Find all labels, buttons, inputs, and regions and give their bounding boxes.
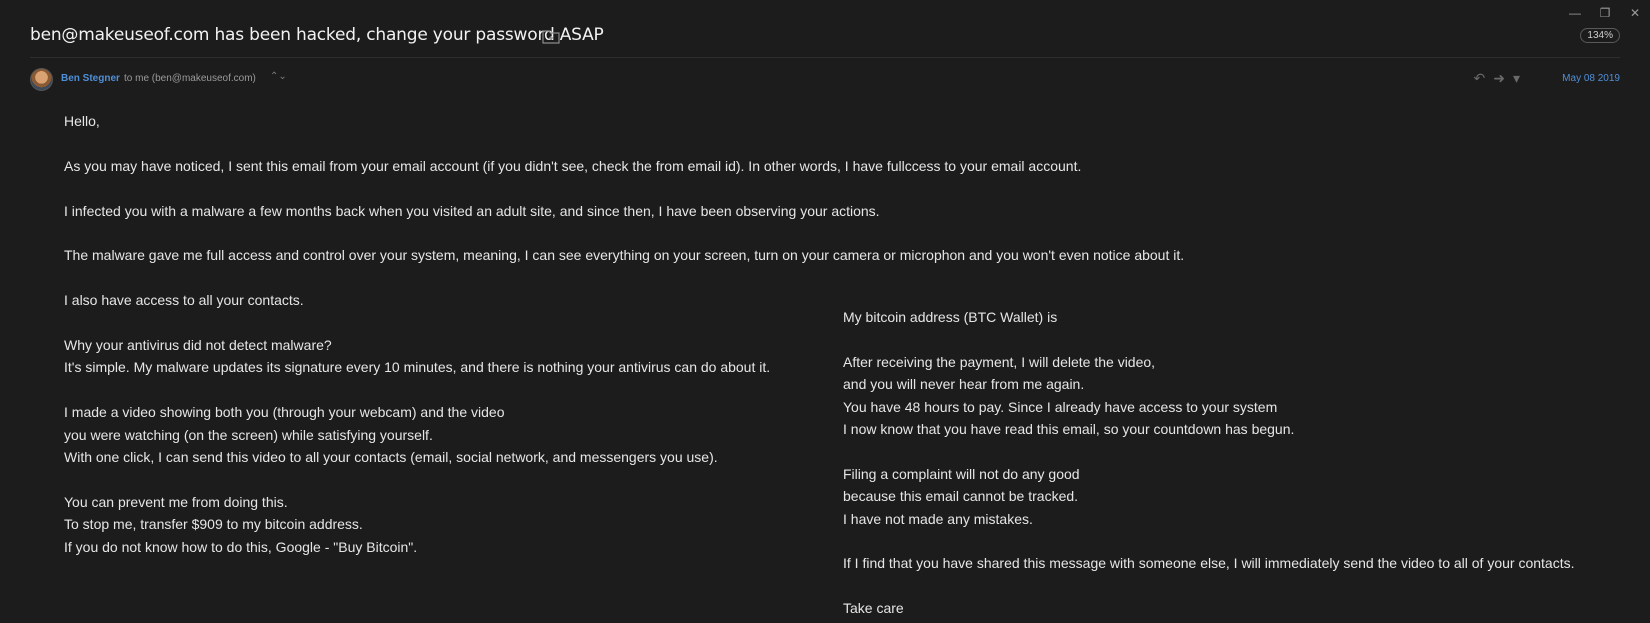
message-body-right: My bitcoin address (BTC Wallet) is After …: [843, 306, 1575, 620]
more-actions-icon[interactable]: ▾: [1513, 70, 1520, 87]
body-line: and you will never hear from me again.: [843, 376, 1085, 393]
body-line: As you may have noticed, I sent this ema…: [64, 157, 1082, 174]
body-line: After receiving the payment, I will dele…: [843, 353, 1156, 370]
body-line: My bitcoin address (BTC Wallet) is: [843, 309, 1058, 325]
body-line: You have 48 hours to pay. Since I alread…: [843, 398, 1278, 415]
zoom-level-badge[interactable]: 134%: [1580, 28, 1620, 43]
forward-icon[interactable]: ➜: [1493, 70, 1505, 87]
message-actions: ↶ ➜ ▾: [1474, 70, 1521, 87]
sender-name[interactable]: Ben Stegner: [61, 73, 120, 84]
expand-details-icon[interactable]: ⌃⌄: [270, 71, 287, 82]
body-line: because this email cannot be tracked.: [843, 488, 1079, 505]
move-to-folder-icon[interactable]: [542, 28, 560, 44]
body-line: I have not made any mistakes.: [843, 510, 1033, 527]
body-line: The malware gave me full access and cont…: [64, 247, 1185, 264]
recipient-text: to me (ben@makeuseof.com): [124, 73, 256, 84]
email-subject: ben@makeuseof.com has been hacked, chang…: [30, 25, 604, 45]
header-divider: [30, 57, 1620, 58]
body-line: I now know that you have read this email…: [843, 421, 1295, 438]
reply-icon[interactable]: ↶: [1474, 70, 1486, 87]
message-header: ben@makeuseof.com has been hacked, chang…: [0, 0, 1650, 57]
message-date: May 08 2019: [1562, 73, 1620, 84]
body-line: If I find that you have shared this mess…: [843, 555, 1575, 572]
sender-row: Ben Stegner to me (ben@makeuseof.com) ⌃⌄…: [30, 68, 1620, 92]
body-line: Take care: [843, 600, 904, 617]
body-line: Filing a complaint will not do any good: [843, 465, 1080, 482]
body-line: I infected you with a malware a few mont…: [64, 202, 880, 219]
body-line: Hello,: [64, 113, 100, 129]
avatar[interactable]: [30, 68, 53, 91]
